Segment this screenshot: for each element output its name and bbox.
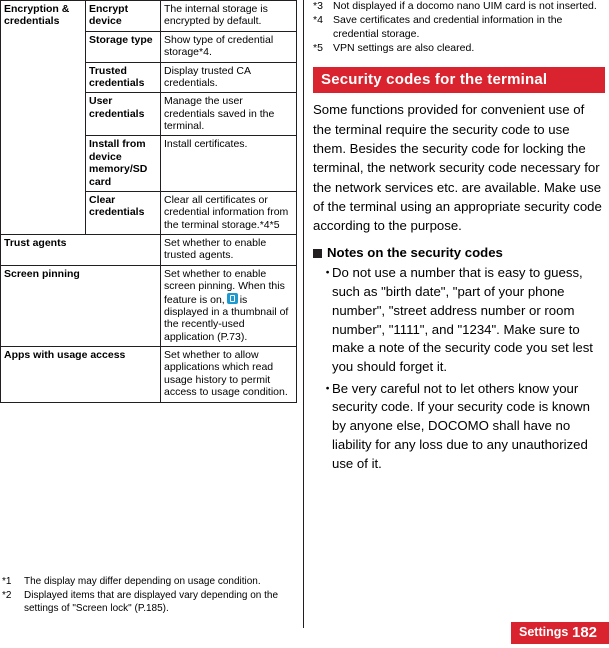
footnote-mark: *5 — [313, 41, 323, 54]
bullet-dot-icon: ・ — [321, 265, 335, 281]
table-cell-item: Clear credentials — [85, 190, 161, 236]
table-cell-desc: Show type of credential storage*4. — [160, 30, 297, 63]
table-cell-item: Trusted credentials — [85, 61, 161, 94]
desc-text-part1: Set whether to enable screen pinning. Wh… — [164, 267, 285, 306]
table-cell-desc: Set whether to enable trusted agents. — [160, 234, 297, 266]
table-cell-item: Screen pinning — [0, 264, 161, 348]
list-item: ・ Do not use a number that is easy to gu… — [313, 264, 605, 376]
table-cell-desc: Clear all certificates or credential inf… — [160, 190, 297, 236]
screen-pin-icon — [226, 292, 238, 304]
table-row: Apps with usage access Set whether to al… — [0, 346, 297, 403]
table-cell-item: Install from device memory/SD card — [85, 135, 161, 192]
page: Encryption & credentials Encrypt device … — [0, 0, 609, 648]
sub-heading: Notes on the security codes — [313, 245, 605, 260]
square-bullet-icon — [313, 249, 322, 259]
footnote-text: Not displayed if a docomo nano UIM card … — [333, 0, 597, 12]
footnote-text: VPN settings are also cleared. — [333, 41, 475, 54]
list-item: ・ Be very careful not to let others know… — [313, 380, 605, 474]
sub-heading-text: Notes on the security codes — [327, 245, 503, 261]
table-cell-item: Encrypt device — [85, 0, 161, 32]
footnote-text: The display may differ depending on usag… — [24, 576, 261, 587]
table-cell-desc: Display trusted CA credentials. — [160, 61, 297, 94]
footnote-mark: *2 — [2, 590, 12, 601]
footnote: *2 Displayed items that are displayed va… — [2, 589, 298, 615]
left-footnotes: *1 The display may differ depending on u… — [2, 575, 298, 616]
section-intro: Some functions provided for convenient u… — [313, 102, 602, 234]
right-column: *3 Not displayed if a docomo nano UIM ca… — [313, 0, 605, 476]
footnote-mark: *3 — [313, 0, 323, 12]
page-number: 182 — [572, 624, 598, 641]
table-cell-item: User credentials — [85, 92, 161, 137]
table-cell-item: Apps with usage access — [0, 346, 161, 403]
left-column: Encryption & credentials Encrypt device … — [0, 0, 300, 614]
table-cell-item: Trust agents — [0, 234, 161, 266]
column-divider — [303, 0, 304, 628]
footnote-mark: *4 — [313, 13, 323, 26]
table-cell-category: Encryption & credentials — [0, 0, 86, 235]
table-cell-desc: Install certificates. — [160, 135, 297, 192]
table-cell-desc: The internal storage is encrypted by def… — [160, 0, 297, 32]
bullet-dot-icon: ・ — [321, 380, 335, 396]
list-item-text: Do not use a number that is easy to gues… — [332, 265, 593, 374]
footer-section-title: Settings — [519, 625, 569, 639]
table-cell-item: Storage type — [85, 30, 161, 63]
footnote-text: Displayed items that are displayed vary … — [24, 590, 279, 614]
notes-list: ・ Do not use a number that is easy to gu… — [313, 264, 605, 473]
table-row: Trust agents Set whether to enable trust… — [0, 234, 297, 266]
footnote: *4 Save certificates and credential info… — [313, 14, 605, 42]
footnote-text: Save certificates and credential informa… — [333, 13, 563, 40]
footnote: *1 The display may differ depending on u… — [2, 575, 298, 588]
table-row: Screen pinning Set whether to enable scr… — [0, 264, 297, 348]
page-footer: Settings 182 — [0, 622, 609, 648]
table-cell-desc: Set whether to allow applications which … — [160, 346, 297, 403]
section-heading: Security codes for the terminal — [313, 67, 605, 94]
footnote: *5 VPN settings are also cleared. — [313, 42, 605, 56]
table-cell-desc: Manage the user credentials saved in the… — [160, 92, 297, 137]
footnote: *3 Not displayed if a docomo nano UIM ca… — [313, 0, 605, 14]
list-item-text: Be very careful not to let others know y… — [332, 380, 590, 471]
table-row: Encryption & credentials Encrypt device … — [0, 0, 297, 235]
settings-table: Encryption & credentials Encrypt device … — [0, 0, 297, 403]
footnote-mark: *1 — [2, 576, 12, 587]
table-cell-desc: Set whether to enable screen pinning. Wh… — [160, 264, 297, 348]
